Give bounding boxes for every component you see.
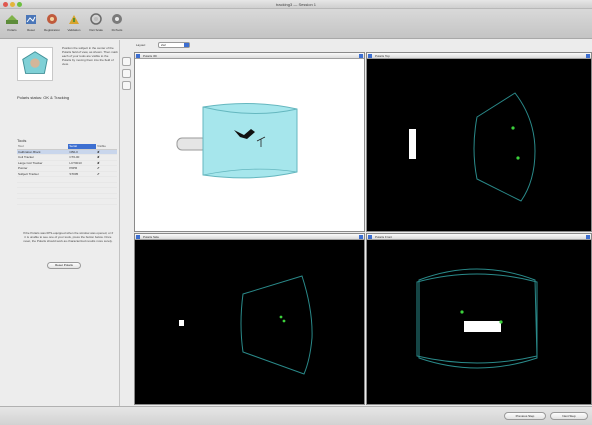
- window-title: tracking3 — Session 1: [275, 2, 317, 7]
- view-options-icon[interactable]: [359, 54, 363, 58]
- view-menu-icon[interactable]: [136, 235, 140, 239]
- reset-instructions: If the Polaris was 0PS-equipped when the…: [22, 231, 114, 243]
- view-top-title: Polaris Top: [375, 54, 390, 58]
- frustum-front-render: [416, 268, 538, 369]
- view-options-icon[interactable]: [586, 235, 590, 239]
- title-bar: tracking3 — Session 1: [0, 0, 592, 9]
- table-row-empty: [17, 198, 117, 205]
- validation-icon: [69, 15, 79, 24]
- view-side[interactable]: Polaris Side: [134, 233, 365, 405]
- subject-thumbnail: [17, 47, 53, 81]
- select-tool-button[interactable]: [122, 57, 131, 66]
- toolbar-reset-label: Reset: [27, 28, 35, 32]
- frustum-side-render: [179, 275, 313, 375]
- polaris-status: Polaris status: OK & Tracking: [17, 95, 69, 100]
- left-panel: Position the subject in the center of th…: [0, 40, 120, 406]
- view-3d-canvas[interactable]: [135, 59, 364, 231]
- view-menu-icon[interactable]: [368, 235, 372, 239]
- previous-step-button[interactable]: Previous Step: [504, 412, 546, 420]
- view-options-icon[interactable]: [359, 235, 363, 239]
- view-front-canvas[interactable]: [367, 240, 591, 404]
- view-side-canvas[interactable]: [135, 240, 364, 404]
- view-3d[interactable]: Polaris 3D: [134, 52, 365, 232]
- app-window: tracking3 — Session 1 Polaris Reset Regi…: [0, 0, 592, 425]
- bottom-bar: Previous Step Next Step: [0, 406, 592, 425]
- polaris-icon: [6, 15, 18, 24]
- tools-table: Tool Serial Visible Calibration Block CB…: [17, 144, 117, 205]
- toolbar-validation-label: Validation: [67, 28, 81, 32]
- view-menu-icon[interactable]: [368, 54, 372, 58]
- chevron-down-icon: [184, 43, 189, 47]
- view-side-title: Polaris Side: [143, 235, 160, 239]
- toolbar-rotools-button[interactable]: RoTools: [106, 12, 128, 38]
- frustum-top-render: [409, 92, 536, 202]
- reset-polaris-button[interactable]: Reset Polaris: [47, 262, 81, 269]
- layout-label: Layout:: [136, 43, 146, 47]
- view-tool-strip: [121, 45, 133, 105]
- polaris-status-value: OK & Tracking: [43, 95, 70, 100]
- view-top-canvas[interactable]: [367, 59, 591, 231]
- zoom-tool-button[interactable]: [122, 81, 131, 90]
- toolbar-reset-button[interactable]: Reset: [20, 12, 42, 38]
- toolbar-registration-label: Registration: [43, 28, 60, 32]
- tools-heading: Tools: [17, 138, 27, 143]
- layout-select[interactable]: 2x2: [158, 42, 190, 48]
- frustum-3d-render: [176, 102, 298, 179]
- registration-icon: [47, 14, 57, 24]
- positioning-instructions: Position the subject in the center of th…: [62, 46, 118, 66]
- view-menu-icon[interactable]: [136, 54, 140, 58]
- toolbar: Polaris Reset Registration Validation Vi…: [0, 9, 592, 39]
- view-3d-title: Polaris 3D: [143, 54, 157, 58]
- rotools-icon: [112, 14, 122, 24]
- view-top[interactable]: Polaris Top: [366, 52, 592, 232]
- toolbar-rotools-label: RoTools: [111, 28, 123, 32]
- polaris-status-label: Polaris status:: [17, 95, 43, 100]
- head-position-icon: [22, 51, 48, 74]
- view-front[interactable]: Polaris Front: [366, 233, 592, 405]
- toolbar-registration-button[interactable]: Registration: [41, 12, 63, 38]
- toolbar-validation-button[interactable]: Validation: [63, 12, 85, 38]
- toolbar-visit-scale-label: Visit Scale: [89, 28, 103, 32]
- view-front-title: Polaris Front: [375, 235, 393, 239]
- next-step-button[interactable]: Next Step: [550, 412, 588, 420]
- reset-icon: [26, 15, 36, 24]
- toolbar-visit-scale-button[interactable]: Visit Scale: [85, 12, 107, 38]
- visit-scale-icon: [90, 13, 102, 25]
- layout-select-value: 2x2: [161, 43, 166, 47]
- view-options-icon[interactable]: [586, 54, 590, 58]
- rotate-tool-button[interactable]: [122, 69, 131, 78]
